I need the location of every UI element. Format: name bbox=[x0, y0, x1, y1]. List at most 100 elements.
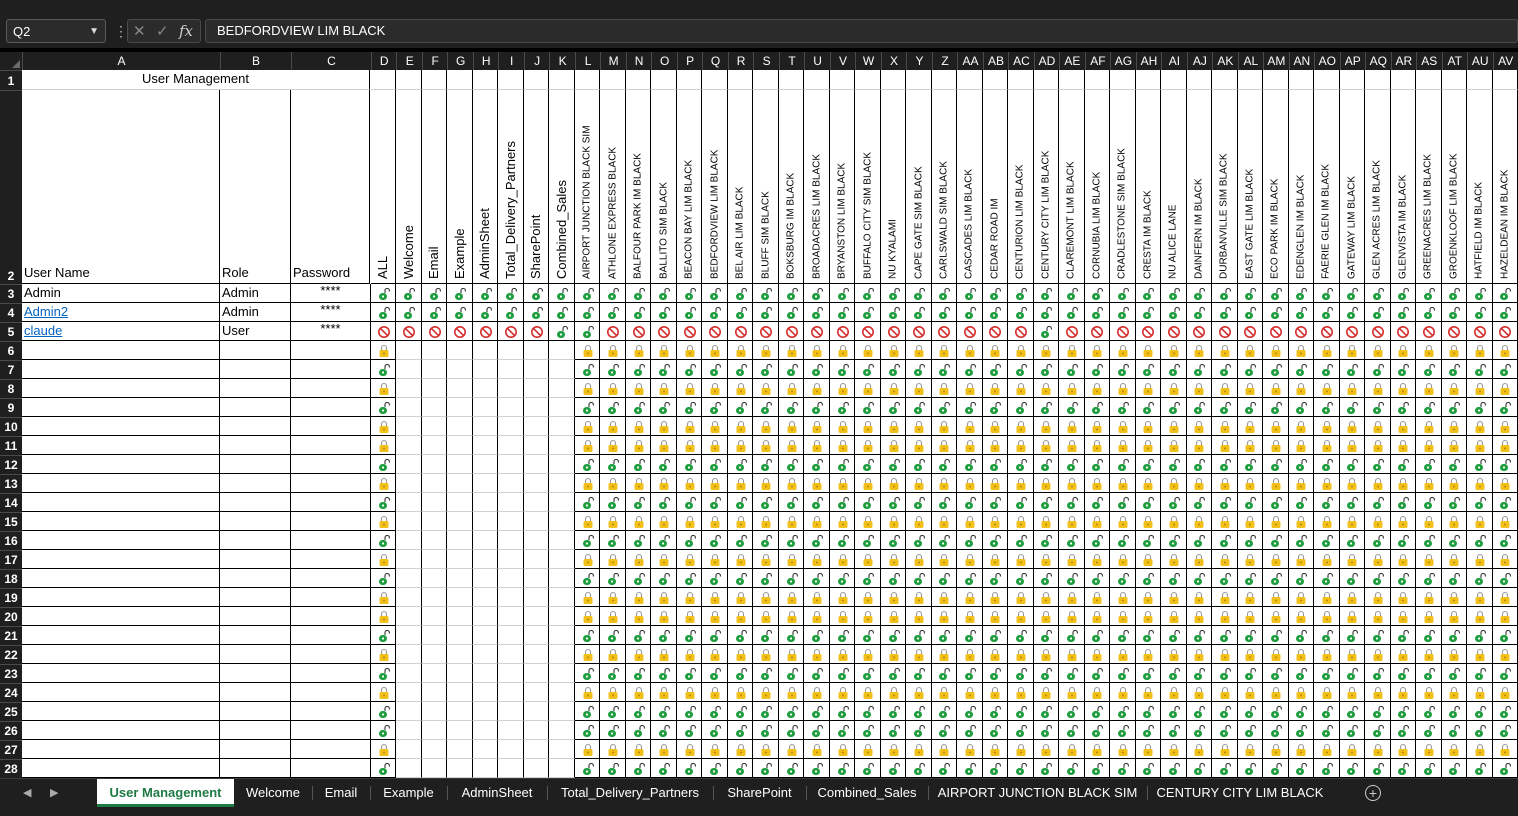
permission-cell[interactable] bbox=[1237, 550, 1264, 569]
permission-cell[interactable] bbox=[1110, 721, 1136, 740]
permission-cell[interactable] bbox=[1467, 588, 1493, 607]
permission-cell[interactable] bbox=[702, 740, 728, 759]
permission-cell[interactable] bbox=[1314, 740, 1340, 759]
permission-cell[interactable] bbox=[1365, 417, 1391, 436]
empty-cell[interactable] bbox=[855, 70, 881, 90]
permission-cell[interactable] bbox=[957, 531, 983, 550]
empty-cell[interactable] bbox=[421, 740, 448, 759]
permission-cell[interactable] bbox=[574, 531, 601, 550]
permission-cell[interactable] bbox=[804, 721, 830, 740]
password-cell[interactable]: **** bbox=[291, 284, 371, 303]
permission-cell[interactable] bbox=[1212, 512, 1238, 531]
permission-cell[interactable] bbox=[1135, 398, 1162, 417]
empty-cell[interactable] bbox=[396, 398, 422, 417]
permission-cell[interactable] bbox=[1059, 341, 1085, 360]
permission-cell[interactable] bbox=[855, 721, 881, 740]
permission-cell[interactable] bbox=[574, 550, 601, 569]
permission-cell[interactable] bbox=[1314, 759, 1340, 778]
empty-cell[interactable] bbox=[22, 683, 220, 702]
permission-cell[interactable] bbox=[1033, 626, 1060, 645]
permission-cell[interactable] bbox=[574, 588, 601, 607]
permission-header-cell[interactable]: CORNUBIA LIM BLACK bbox=[1084, 90, 1111, 284]
permission-cell[interactable] bbox=[625, 379, 652, 398]
column-header-n[interactable]: N bbox=[625, 52, 652, 70]
permission-cell[interactable] bbox=[1339, 569, 1366, 588]
empty-cell[interactable] bbox=[22, 759, 220, 778]
permission-cell[interactable] bbox=[880, 607, 907, 626]
permission-cell[interactable] bbox=[906, 702, 932, 721]
permission-cell[interactable] bbox=[1110, 531, 1136, 550]
permission-header-cell[interactable]: BOKSBURG IM BLACK bbox=[778, 90, 805, 284]
permission-cell[interactable] bbox=[1135, 455, 1162, 474]
permission-cell[interactable] bbox=[1059, 607, 1085, 626]
permission-cell[interactable] bbox=[931, 360, 958, 379]
empty-cell[interactable] bbox=[498, 702, 524, 721]
permission-cell[interactable] bbox=[1288, 702, 1315, 721]
permission-cell[interactable] bbox=[1161, 341, 1187, 360]
permission-cell[interactable] bbox=[1033, 683, 1060, 702]
permission-cell[interactable] bbox=[778, 398, 805, 417]
permission-cell[interactable] bbox=[676, 322, 703, 341]
permission-cell[interactable] bbox=[371, 417, 397, 436]
permission-cell[interactable] bbox=[1390, 550, 1417, 569]
permission-cell[interactable] bbox=[753, 417, 779, 436]
permission-cell[interactable] bbox=[1110, 626, 1136, 645]
add-sheet-icon[interactable]: + bbox=[1365, 785, 1381, 801]
permission-cell[interactable] bbox=[1390, 398, 1417, 417]
permission-cell[interactable] bbox=[702, 531, 728, 550]
permission-cell[interactable] bbox=[1263, 740, 1289, 759]
permission-cell[interactable] bbox=[1161, 645, 1187, 664]
permission-cell[interactable] bbox=[1237, 436, 1264, 455]
permission-cell[interactable] bbox=[1212, 493, 1238, 512]
permission-cell[interactable] bbox=[1059, 474, 1085, 493]
permission-cell[interactable] bbox=[1008, 664, 1034, 683]
permission-cell[interactable] bbox=[906, 550, 932, 569]
permission-header-cell[interactable]: GATEWAY LIM BLACK bbox=[1339, 90, 1366, 284]
permission-cell[interactable] bbox=[982, 398, 1009, 417]
permission-cell[interactable] bbox=[855, 284, 881, 303]
empty-cell[interactable] bbox=[523, 702, 550, 721]
permission-header-cell[interactable]: CAPE GATE SIM BLACK bbox=[906, 90, 932, 284]
permission-cell[interactable] bbox=[778, 626, 805, 645]
permission-cell[interactable] bbox=[1186, 284, 1213, 303]
empty-cell[interactable] bbox=[421, 531, 448, 550]
permission-cell[interactable] bbox=[931, 341, 958, 360]
permission-cell[interactable] bbox=[1212, 303, 1238, 322]
empty-cell[interactable] bbox=[549, 531, 575, 550]
permission-cell[interactable] bbox=[906, 664, 932, 683]
permission-cell[interactable] bbox=[906, 759, 932, 778]
permission-cell[interactable] bbox=[931, 455, 958, 474]
permission-cell[interactable] bbox=[600, 455, 626, 474]
permission-cell[interactable] bbox=[931, 531, 958, 550]
permission-cell[interactable] bbox=[727, 379, 754, 398]
empty-cell[interactable] bbox=[447, 531, 473, 550]
permission-cell[interactable] bbox=[1237, 455, 1264, 474]
permission-cell[interactable] bbox=[1059, 588, 1085, 607]
empty-cell[interactable] bbox=[549, 70, 575, 90]
permission-cell[interactable] bbox=[1212, 436, 1238, 455]
permission-cell[interactable] bbox=[1135, 284, 1162, 303]
permission-cell[interactable] bbox=[1339, 588, 1366, 607]
permission-cell[interactable] bbox=[1314, 626, 1340, 645]
permission-cell[interactable] bbox=[1339, 417, 1366, 436]
permission-cell[interactable] bbox=[804, 645, 830, 664]
permission-cell[interactable] bbox=[651, 664, 677, 683]
empty-cell[interactable] bbox=[421, 512, 448, 531]
empty-cell[interactable] bbox=[549, 740, 575, 759]
permission-header-cell[interactable]: CRADLESTONE SIM BLACK bbox=[1110, 90, 1136, 284]
permission-cell[interactable] bbox=[1314, 550, 1340, 569]
permission-cell[interactable] bbox=[855, 303, 881, 322]
permission-cell[interactable] bbox=[676, 493, 703, 512]
permission-cell[interactable] bbox=[1288, 455, 1315, 474]
empty-cell[interactable] bbox=[291, 436, 371, 455]
permission-cell[interactable] bbox=[1467, 493, 1493, 512]
permission-cell[interactable] bbox=[804, 531, 830, 550]
permission-cell[interactable] bbox=[1212, 360, 1238, 379]
permission-cell[interactable] bbox=[855, 702, 881, 721]
permission-cell[interactable] bbox=[753, 436, 779, 455]
permission-cell[interactable] bbox=[523, 284, 550, 303]
permission-cell[interactable] bbox=[625, 531, 652, 550]
permission-cell[interactable] bbox=[625, 493, 652, 512]
empty-cell[interactable] bbox=[523, 70, 550, 90]
permission-cell[interactable] bbox=[982, 531, 1009, 550]
